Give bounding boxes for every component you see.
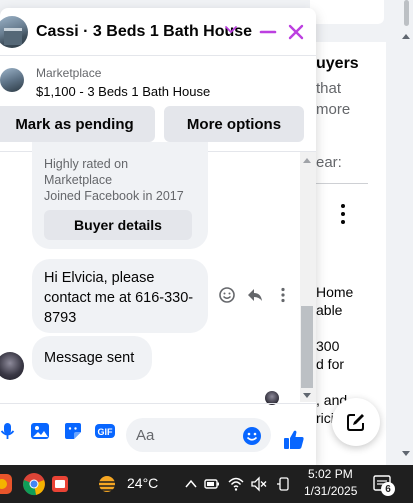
background-card-top xyxy=(310,0,384,24)
page-scroll-down-arrow[interactable] xyxy=(402,451,410,456)
chrome-icon[interactable] xyxy=(22,472,46,496)
listing-summary[interactable]: Marketplace $1,100 - 3 Beds 1 Bath House xyxy=(0,57,316,105)
chat-scrollbar[interactable] xyxy=(300,152,316,402)
bg-text-1: that xyxy=(316,80,342,97)
svg-text:GIF: GIF xyxy=(98,427,114,437)
bg-divider xyxy=(316,183,368,184)
bg-text-6: 300 xyxy=(316,338,340,354)
listing-thumbnail xyxy=(0,68,24,92)
gif-icon[interactable]: GIF xyxy=(94,420,116,442)
chevron-down-icon[interactable] xyxy=(224,22,238,38)
listing-title: $1,100 - 3 Beds 1 Bath House xyxy=(36,84,211,99)
bg-text-4: Home xyxy=(316,284,354,300)
chat-title[interactable]: Cassi · 3 Beds 1 Bath House xyxy=(36,23,252,41)
taskbar-app-icon-2[interactable] xyxy=(50,474,70,494)
more-options-button[interactable]: More options xyxy=(164,106,304,142)
page-scroll-up-arrow[interactable] xyxy=(402,34,410,39)
taskbar-app-icon[interactable] xyxy=(0,472,14,496)
taskbar-date[interactable]: 1/31/2025 xyxy=(304,484,357,498)
like-icon[interactable] xyxy=(282,428,306,452)
buyer-rating-line1: Highly rated on xyxy=(44,157,129,171)
page-scrollbar-thumb[interactable] xyxy=(404,0,409,26)
buyer-details-button[interactable]: Buyer details xyxy=(44,210,192,240)
chat-scroll-up-arrow[interactable] xyxy=(303,158,311,163)
composer-bar: GIF xyxy=(0,403,316,465)
bg-text-3: ear: xyxy=(316,154,342,171)
minimize-icon[interactable] xyxy=(258,22,278,42)
listing-source: Marketplace xyxy=(36,66,102,80)
chat-scroll-down-arrow[interactable] xyxy=(303,393,311,398)
taskbar-time[interactable]: 5:02 PM xyxy=(308,467,353,481)
mic-icon[interactable] xyxy=(0,420,18,442)
chat-header[interactable]: Cassi · 3 Beds 1 Bath House xyxy=(0,8,316,56)
emoji-react-icon[interactable] xyxy=(218,286,236,304)
sticker-icon[interactable] xyxy=(62,420,84,442)
mark-as-pending-button[interactable]: Mark as pending xyxy=(0,106,155,142)
bg-text-2: more xyxy=(316,101,351,118)
bg-text-5: able xyxy=(316,302,343,318)
chevron-up-icon[interactable] xyxy=(183,476,199,492)
message-list: Highly rated on Marketplace Joined Faceb… xyxy=(0,142,300,405)
close-icon[interactable] xyxy=(286,22,306,42)
message-bubble[interactable]: Hi Elvicia, please contact me at 616-330… xyxy=(32,259,208,333)
sender-avatar[interactable] xyxy=(0,352,24,380)
bg-heading: uyers xyxy=(316,55,359,72)
emoji-icon[interactable] xyxy=(242,426,262,446)
message-sent-bubble[interactable]: Message sent xyxy=(32,336,152,380)
new-message-button[interactable] xyxy=(332,398,380,446)
buyer-rating-line2: Marketplace xyxy=(44,173,113,187)
taskbar: 24°C 5:02 PM 1/31/2025 6 xyxy=(0,465,413,503)
buyer-joined: Joined Facebook in 2017 xyxy=(44,189,184,203)
compose-icon xyxy=(347,414,364,431)
photo-icon[interactable] xyxy=(29,420,51,442)
page-scrollbar[interactable] xyxy=(400,0,413,465)
device-icon[interactable] xyxy=(276,476,292,492)
taskbar-temperature[interactable]: 24°C xyxy=(127,475,158,491)
chat-window: Cassi · 3 Beds 1 Bath House Marketplace … xyxy=(0,8,316,465)
bg-more-vert-icon[interactable] xyxy=(341,204,347,228)
weather-icon[interactable] xyxy=(94,474,120,494)
notification-count: 6 xyxy=(381,482,395,496)
buyer-info-card: Highly rated on Marketplace Joined Faceb… xyxy=(32,142,208,249)
wifi-icon[interactable] xyxy=(228,476,244,492)
volume-muted-icon[interactable] xyxy=(251,476,267,492)
listing-avatar[interactable] xyxy=(0,16,28,48)
more-vert-icon[interactable] xyxy=(274,286,292,304)
bg-text-7: d for xyxy=(316,356,345,372)
reply-icon[interactable] xyxy=(246,286,264,304)
battery-icon[interactable] xyxy=(204,476,220,492)
chat-scrollbar-thumb[interactable] xyxy=(301,306,313,388)
